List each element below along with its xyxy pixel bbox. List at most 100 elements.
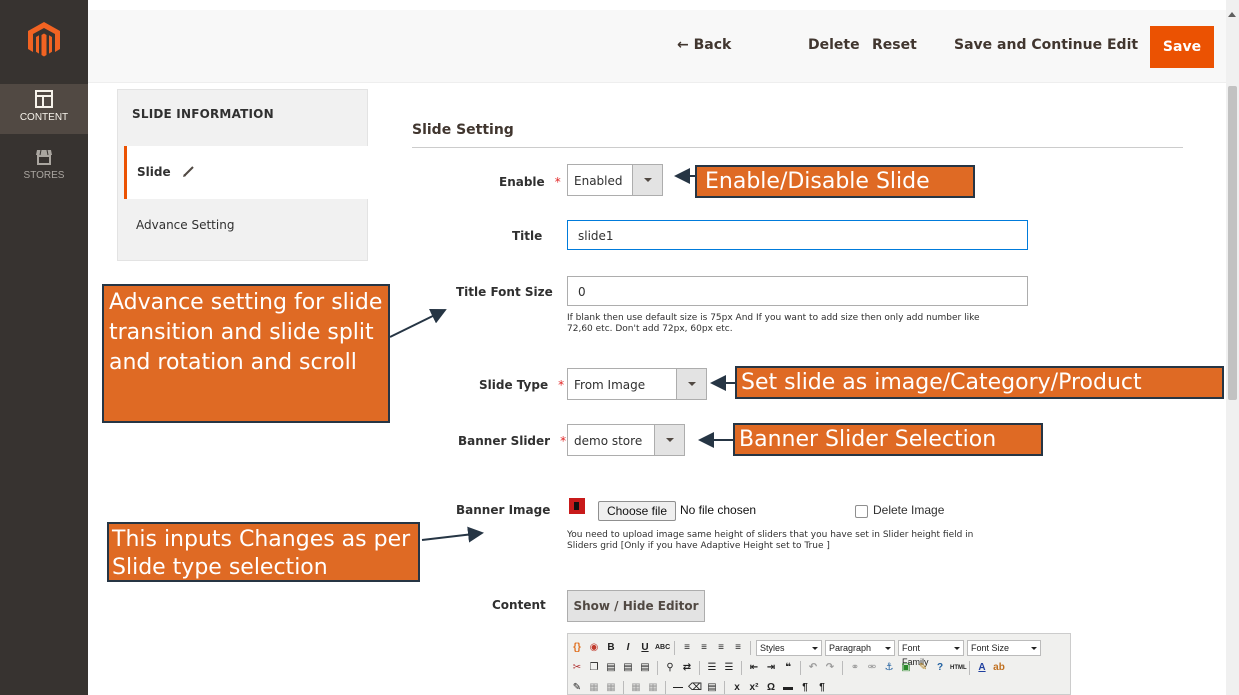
back-button[interactable]: ← Back [677,37,731,53]
help-icon[interactable]: ? [933,661,947,675]
banner-image-note-line1: You need to upload image same height of … [567,530,974,540]
strikethrough-icon[interactable]: ABC [655,641,670,655]
html-source-icon[interactable]: HTML [950,661,967,675]
arrow-left-icon: ← [677,37,694,53]
required-marker: * [558,378,565,392]
italic-icon[interactable]: I [621,641,635,655]
callout-inputs-change: This inputs Changes as per Slide type se… [107,522,420,582]
chevron-down-icon [676,369,706,399]
banner-slider-select[interactable]: demo store [567,424,685,456]
cut-icon[interactable]: ✂ [570,661,584,675]
banner-image-thumbnail[interactable] [569,498,585,514]
cell-props-icon[interactable]: ▦ [629,681,643,694]
toolbar-row-1: {} ◉ B I U ABC ≡ ≡ ≡ ≡ Styles Paragraph … [570,638,1041,667]
toolbar-row-3: ✎ ▦ ▦ ▦ ▦ — ⌫ ▤ x x² Ω ▬ ¶ ¶ [570,678,829,694]
widget-icon[interactable]: {} [570,641,584,655]
numbered-list-icon[interactable]: ☰ [722,661,736,675]
enable-select[interactable]: Enabled [567,164,663,196]
title-input[interactable]: slide1 [567,220,1028,250]
title-font-size-input[interactable]: 0 [567,276,1028,306]
find-icon[interactable]: ⚲ [663,661,677,675]
merge-cells-icon[interactable]: ▦ [646,681,660,694]
link-icon[interactable]: ⚭ [848,661,862,675]
show-hide-editor-button[interactable]: Show / Hide Editor [567,590,705,622]
underline-icon[interactable]: U [638,641,652,655]
paste-word-icon[interactable]: ▤ [638,661,652,675]
toolbar-divider [674,641,675,655]
reset-button[interactable]: Reset [872,37,917,53]
font-size-dropdown[interactable]: Font Size [967,640,1041,656]
align-justify-icon[interactable]: ≡ [731,641,745,655]
banner-image-note-line2: Sliders grid [Only if you have Adaptive … [567,541,830,551]
save-button[interactable]: Save [1150,26,1214,68]
blockquote-icon[interactable]: ❝ [781,661,795,675]
unlink-icon[interactable]: ⚮ [865,661,879,675]
visual-aid-icon[interactable]: ▤ [705,681,719,694]
slide-type-label: Slide Type * [479,378,564,392]
align-center-icon[interactable]: ≡ [697,641,711,655]
enable-select-value: Enabled [574,174,623,188]
title-font-size-label: Title Font Size [456,285,553,299]
toolbar-divider [665,681,666,694]
tab-slide[interactable]: Slide [124,146,368,199]
toolbar-divider [623,681,624,694]
vertical-scrollbar[interactable] [1226,0,1239,695]
text-color-icon[interactable]: A [975,661,989,675]
magento-logo-icon[interactable] [28,22,60,58]
copy-icon[interactable]: ❐ [587,661,601,675]
ltr-icon[interactable]: ¶ [798,681,812,694]
superscript-icon[interactable]: x² [747,681,761,694]
delete-image-checkbox[interactable] [855,505,868,518]
row-props-icon[interactable]: ▦ [604,681,618,694]
delete-image-label[interactable]: Delete Image [873,503,944,517]
rtl-icon[interactable]: ¶ [815,681,829,694]
paste-icon[interactable]: ▤ [604,661,618,675]
slide-type-select-value: From Image [574,378,646,392]
choose-file-button[interactable]: Choose file [598,501,676,521]
arrow-inputs-icon [421,526,484,543]
toolbar-divider [750,641,751,655]
nav-item-stores[interactable]: STORES [0,148,88,181]
save-and-continue-button[interactable]: Save and Continue Edit [954,37,1138,53]
font-family-dropdown[interactable]: Font Family [898,640,964,667]
slide-type-select[interactable]: From Image [567,368,707,400]
indent-icon[interactable]: ⇥ [764,661,778,675]
subscript-icon[interactable]: x [730,681,744,694]
redo-icon[interactable]: ↷ [823,661,837,675]
remove-format-icon[interactable]: ⌫ [688,681,702,694]
align-left-icon[interactable]: ≡ [680,641,694,655]
file-status: No file chosen [680,503,757,517]
insert-image-icon[interactable]: ▣ [899,661,913,675]
paragraph-dropdown[interactable]: Paragraph [825,640,895,656]
title-font-size-note-line2: 72,60 etc. Don't add 72px, 60px etc. [567,324,733,334]
horizontal-rule-icon[interactable]: — [671,681,685,694]
delete-button[interactable]: Delete [808,37,860,53]
toolbar-divider [842,661,843,675]
undo-icon[interactable]: ↶ [806,661,820,675]
callout-enable-disable: Enable/Disable Slide [695,165,975,198]
media-icon[interactable]: ▬ [781,681,795,694]
toolbar-divider [800,661,801,675]
nav-item-stores-label: STORES [23,170,65,181]
replace-icon[interactable]: ⇄ [680,661,694,675]
image-plugin-icon[interactable]: ◉ [587,641,601,655]
styles-dropdown[interactable]: Styles [756,640,822,656]
nav-item-content[interactable]: CONTENT [0,84,88,134]
edit-css-icon[interactable]: ✎ [570,681,584,694]
align-right-icon[interactable]: ≡ [714,641,728,655]
callout-banner-slider: Banner Slider Selection [733,423,1043,456]
table-icon[interactable]: ▦ [587,681,601,694]
special-char-icon[interactable]: Ω [764,681,778,694]
bold-icon[interactable]: B [604,641,618,655]
scrollbar-thumb[interactable] [1228,86,1237,400]
bullet-list-icon[interactable]: ☰ [705,661,719,675]
outdent-icon[interactable]: ⇤ [747,661,761,675]
banner-image-note: You need to upload image same height of … [567,530,973,552]
tab-advance-setting[interactable]: Advance Setting [136,218,234,232]
background-color-icon[interactable]: ab [992,661,1006,675]
cleanup-icon[interactable]: ✎ [916,661,930,675]
anchor-icon[interactable]: ⚓ [882,661,896,675]
paste-text-icon[interactable]: ▤ [621,661,635,675]
scroll-up-arrow-icon[interactable] [1228,12,1236,17]
banner-slider-label-text: Banner Slider [458,434,551,448]
